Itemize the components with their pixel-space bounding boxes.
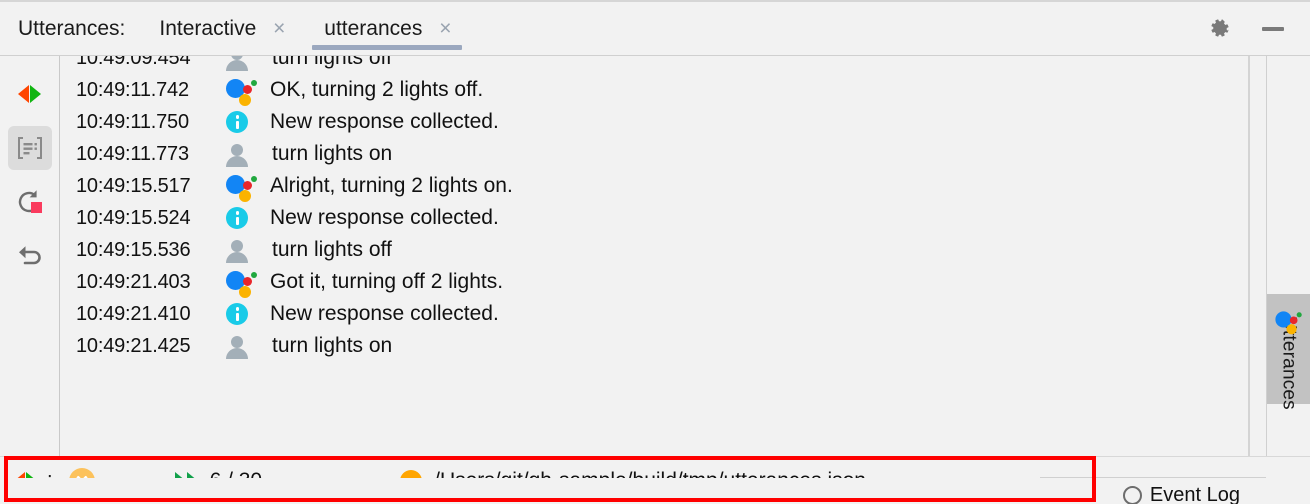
log-timestamp: 10:49:15.517 [76,174,191,197]
assistant-icon [226,74,266,106]
settings-button[interactable] [1208,16,1234,42]
log-message: New response collected. [270,206,499,229]
log-message: Alright, turning 2 lights on. [270,174,513,197]
utterances-tool-window: Utterances: Interactive × utterances × 1… [0,0,1310,504]
log-row[interactable]: 10:49:15.517 Alright, turning 2 lights o… [60,170,1266,202]
person-icon [226,330,266,362]
info-icon [226,298,266,330]
person-icon [226,138,266,170]
undo-arrow-icon [18,246,41,265]
window-title: Utterances: [18,16,126,40]
tab-utterances-label: utterances [324,16,423,40]
soft-wrap-button[interactable] [7,126,52,170]
log-row[interactable]: 10:49:21.425 turn lights on [60,330,1266,362]
left-toolbar [0,56,60,456]
log-timestamp: 10:49:15.536 [76,238,191,261]
utterances-log[interactable]: 10:49:09.454 turn lights off 10:49:11.74… [60,56,1266,456]
log-message: New response collected. [270,302,499,325]
log-row[interactable]: 10:49:11.750 New response collected. [60,106,1266,138]
info-icon [226,106,266,138]
log-row[interactable]: 10:49:15.536 turn lights off [60,234,1266,266]
log-message: turn lights off [272,56,392,69]
restore-layout-button[interactable] [8,234,52,278]
rerun-with-stop-icon [18,190,42,213]
arrows-left-right-icon [18,85,41,103]
log-timestamp: 10:49:21.425 [76,334,191,357]
log-row[interactable]: 10:49:15.524 New response collected. [60,202,1266,234]
person-icon [226,56,266,74]
log-message: New response collected. [270,110,499,133]
right-tool-strip: Utterances [1266,56,1310,456]
log-right-divider [1248,56,1250,456]
tab-utterances[interactable]: utterances × [304,2,470,55]
log-timestamp: 10:49:09.454 [76,56,191,69]
log-message: OK, turning 2 lights off. [270,78,484,101]
footer-bar: Event Log [0,478,1310,504]
prev-next-occurrence-button[interactable] [8,72,52,116]
log-timestamp: 10:49:21.410 [76,302,191,325]
close-icon[interactable]: × [436,18,454,39]
log-row[interactable]: 10:49:09.454 turn lights off [60,56,1266,74]
log-message: turn lights off [272,238,392,261]
soft-wrap-icon [17,137,42,159]
log-row[interactable]: 10:49:11.742 OK, turning 2 lights off. [60,74,1266,106]
minimize-button[interactable] [1260,16,1286,42]
log-timestamp: 10:49:11.742 [76,78,189,101]
log-row[interactable]: 10:49:21.410 New response collected. [60,298,1266,330]
assistant-icon [226,170,266,202]
person-icon [226,234,266,266]
tab-bar-left: Utterances: Interactive × utterances × [0,2,1192,55]
tab-bar-actions [1192,2,1310,55]
log-message: turn lights on [272,142,393,165]
circle-icon [1122,486,1142,504]
log-message: turn lights on [272,334,393,357]
tab-interactive[interactable]: Interactive × [139,2,304,55]
tool-window-body: 10:49:09.454 turn lights off 10:49:11.74… [0,56,1310,456]
close-icon[interactable]: × [270,18,288,39]
gear-icon [1211,18,1229,37]
tab-interactive-label: Interactive [159,16,257,40]
info-icon [226,202,266,234]
sidebar-item-utterances[interactable]: Utterances [1267,294,1310,410]
log-timestamp: 10:49:15.524 [76,206,191,229]
event-log-button[interactable]: Event Log [1122,484,1240,504]
log-timestamp: 10:49:21.403 [76,270,191,293]
event-log-label: Event Log [1149,484,1240,504]
log-timestamp: 10:49:11.750 [76,110,189,133]
log-timestamp: 10:49:11.773 [76,142,189,165]
log-row[interactable]: 10:49:11.773 turn lights on [60,138,1266,170]
log-rows: 10:49:09.454 turn lights off 10:49:11.74… [60,56,1266,362]
assistant-icon [226,266,266,298]
log-row[interactable]: 10:49:21.403 Got it, turning off 2 light… [60,266,1266,298]
minimize-icon [1262,26,1284,31]
log-message: Got it, turning off 2 lights. [270,270,504,293]
rerun-button[interactable] [8,180,52,224]
tab-bar: Utterances: Interactive × utterances × [0,0,1310,56]
